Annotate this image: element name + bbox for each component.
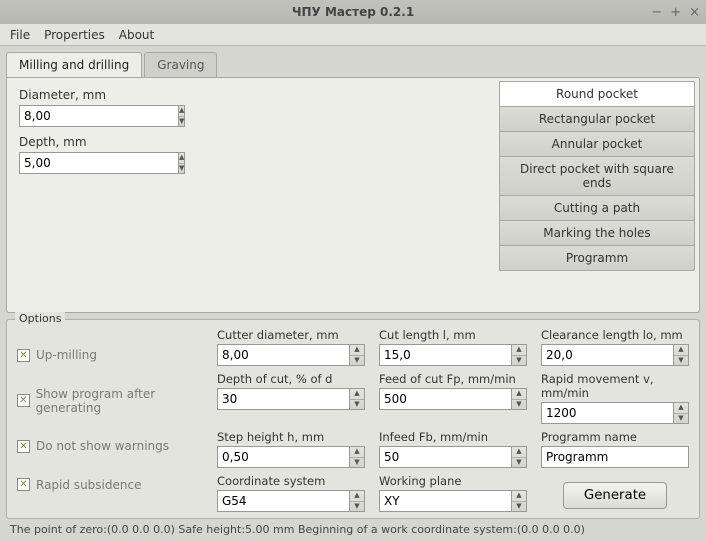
- rapid-label: Rapid movement v, mm/min: [541, 372, 689, 400]
- progname-input[interactable]: [541, 446, 689, 468]
- pocket-list: Round pocket Rectangular pocket Annular …: [499, 82, 695, 271]
- pocket-rect[interactable]: Rectangular pocket: [499, 106, 695, 132]
- cutlen-label: Cut length l, mm: [379, 328, 527, 342]
- window-title: ЧПУ Мастер 0.2.1: [292, 5, 414, 19]
- spin-down-icon[interactable]: ▼: [179, 117, 184, 127]
- spin-up-icon[interactable]: ▲: [350, 389, 364, 400]
- check-nowarn[interactable]: Do not show warnings: [17, 439, 217, 453]
- pocket-direct[interactable]: Direct pocket with square ends: [499, 156, 695, 196]
- spin-up-icon[interactable]: ▲: [350, 447, 364, 458]
- cutter-d-label: Cutter diameter, mm: [217, 328, 365, 342]
- pocket-path[interactable]: Cutting a path: [499, 195, 695, 221]
- check-rapidsub[interactable]: Rapid subsidence: [17, 478, 217, 492]
- depthcut-label: Depth of cut, % of d: [217, 372, 365, 386]
- menu-properties[interactable]: Properties: [44, 28, 105, 42]
- clearlen-spinner[interactable]: ▲▼: [541, 344, 689, 366]
- pocket-programm[interactable]: Programm: [499, 245, 695, 271]
- cutlen-input[interactable]: [379, 344, 512, 366]
- feed-label: Feed of cut Fp, mm/min: [379, 372, 527, 386]
- plane-select[interactable]: ▲▼: [379, 490, 527, 512]
- clearlen-input[interactable]: [541, 344, 674, 366]
- coord-select[interactable]: ▲▼: [217, 490, 365, 512]
- spin-down-icon[interactable]: ▼: [512, 458, 526, 468]
- menu-about[interactable]: About: [119, 28, 154, 42]
- spin-up-icon[interactable]: ▲: [674, 403, 688, 414]
- tab-body: Diameter, mm ▲▼ Depth, mm ▲▼ Round pocke…: [6, 77, 700, 313]
- maximize-icon[interactable]: +: [670, 5, 681, 20]
- checkbox-icon[interactable]: [17, 349, 30, 362]
- depthcut-input[interactable]: [217, 388, 350, 410]
- spin-up-icon[interactable]: ▲: [350, 345, 364, 356]
- spin-down-icon[interactable]: ▼: [512, 502, 526, 512]
- spin-up-icon[interactable]: ▲: [179, 106, 184, 117]
- options-frame: Options Up-milling Show program after ge…: [6, 319, 700, 519]
- options-legend: Options: [15, 312, 65, 325]
- close-icon[interactable]: ×: [689, 5, 700, 20]
- progname-label: Programm name: [541, 430, 689, 444]
- spin-down-icon[interactable]: ▼: [179, 164, 184, 174]
- pocket-annular[interactable]: Annular pocket: [499, 131, 695, 157]
- menu-file[interactable]: File: [10, 28, 30, 42]
- spin-up-icon[interactable]: ▲: [179, 153, 184, 164]
- cutlen-spinner[interactable]: ▲▼: [379, 344, 527, 366]
- statusbar: The point of zero:(0.0 0.0 0.0) Safe hei…: [0, 519, 706, 541]
- diameter-input[interactable]: [19, 105, 179, 127]
- spin-up-icon[interactable]: ▲: [350, 491, 364, 502]
- tab-milling[interactable]: Milling and drilling: [6, 52, 142, 77]
- depth-label: Depth, mm: [19, 135, 475, 149]
- checkbox-icon[interactable]: [17, 440, 30, 453]
- rapid-spinner[interactable]: ▲▼: [541, 402, 689, 424]
- spin-up-icon[interactable]: ▲: [512, 447, 526, 458]
- rapid-input[interactable]: [541, 402, 674, 424]
- tab-strip: Milling and drilling Graving: [6, 52, 700, 77]
- pocket-marking[interactable]: Marking the holes: [499, 220, 695, 246]
- generate-button[interactable]: Generate: [563, 482, 667, 509]
- coord-input[interactable]: [217, 490, 350, 512]
- menubar: File Properties About: [0, 24, 706, 46]
- cutter-d-spinner[interactable]: ▲▼: [217, 344, 365, 366]
- spin-down-icon[interactable]: ▼: [512, 400, 526, 410]
- checkbox-icon[interactable]: [17, 394, 30, 407]
- tab-graving[interactable]: Graving: [144, 52, 217, 77]
- spin-down-icon[interactable]: ▼: [674, 414, 688, 424]
- infeed-label: Infeed Fb, mm/min: [379, 430, 527, 444]
- minimize-icon[interactable]: −: [651, 5, 662, 20]
- pocket-round[interactable]: Round pocket: [499, 81, 695, 107]
- spin-up-icon[interactable]: ▲: [512, 389, 526, 400]
- infeed-input[interactable]: [379, 446, 512, 468]
- steph-spinner[interactable]: ▲▼: [217, 446, 365, 468]
- diameter-label: Diameter, mm: [19, 88, 475, 102]
- cutter-d-input[interactable]: [217, 344, 350, 366]
- spin-down-icon[interactable]: ▼: [350, 400, 364, 410]
- check-showprog[interactable]: Show program after generating: [17, 387, 217, 415]
- check-upmilling[interactable]: Up-milling: [17, 348, 217, 362]
- clearlen-label: Clearance length lo, mm: [541, 328, 689, 342]
- coord-label: Coordinate system: [217, 474, 365, 488]
- spin-down-icon[interactable]: ▼: [350, 356, 364, 366]
- depth-input[interactable]: [19, 152, 179, 174]
- spin-up-icon[interactable]: ▲: [512, 491, 526, 502]
- infeed-spinner[interactable]: ▲▼: [379, 446, 527, 468]
- titlebar: ЧПУ Мастер 0.2.1 − + ×: [0, 0, 706, 24]
- feed-spinner[interactable]: ▲▼: [379, 388, 527, 410]
- steph-input[interactable]: [217, 446, 350, 468]
- depthcut-spinner[interactable]: ▲▼: [217, 388, 365, 410]
- spin-up-icon[interactable]: ▲: [674, 345, 688, 356]
- checkbox-icon[interactable]: [17, 478, 30, 491]
- spin-up-icon[interactable]: ▲: [512, 345, 526, 356]
- diameter-spinner[interactable]: ▲▼: [19, 105, 179, 127]
- plane-label: Working plane: [379, 474, 527, 488]
- spin-down-icon[interactable]: ▼: [512, 356, 526, 366]
- feed-input[interactable]: [379, 388, 512, 410]
- steph-label: Step height h, mm: [217, 430, 365, 444]
- plane-input[interactable]: [379, 490, 512, 512]
- depth-spinner[interactable]: ▲▼: [19, 152, 179, 174]
- spin-down-icon[interactable]: ▼: [350, 502, 364, 512]
- spin-down-icon[interactable]: ▼: [674, 356, 688, 366]
- spin-down-icon[interactable]: ▼: [350, 458, 364, 468]
